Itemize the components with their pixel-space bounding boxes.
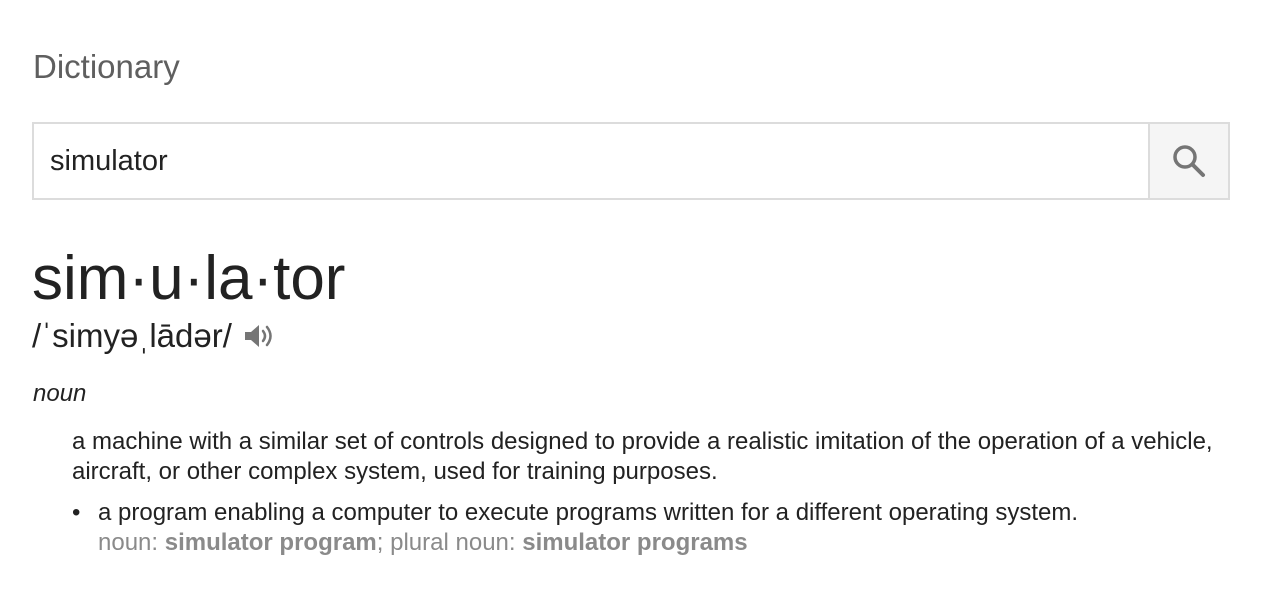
- form-label-plural: plural noun:: [390, 529, 516, 556]
- search-input[interactable]: [34, 124, 1148, 198]
- form-term-singular: simulator program: [164, 529, 377, 556]
- pronunciation-row: /ˈsimyəˌlādər/: [32, 314, 274, 358]
- search-button[interactable]: [1148, 124, 1228, 198]
- definition-2: • a program enabling a computer to execu…: [72, 498, 1232, 558]
- part-of-speech: noun: [33, 380, 87, 407]
- bullet: •: [72, 499, 81, 526]
- form-separator: ;: [376, 529, 384, 556]
- headword: sim·u·la·tor: [32, 244, 346, 313]
- pronunciation: /ˈsimyəˌlādər/: [32, 317, 232, 354]
- search-box: [32, 122, 1230, 200]
- definition-1: a machine with a similar set of controls…: [72, 428, 1213, 485]
- speaker-icon[interactable]: [242, 320, 274, 352]
- form-label-noun: noun:: [98, 529, 159, 556]
- form-term-plural: simulator programs: [522, 529, 748, 556]
- search-icon: [1171, 143, 1207, 179]
- definition-2-forms: noun: simulator program; plural noun: si…: [98, 528, 1078, 558]
- definition-2-text: a program enabling a computer to execute…: [98, 499, 1079, 526]
- page-title: Dictionary: [33, 48, 180, 85]
